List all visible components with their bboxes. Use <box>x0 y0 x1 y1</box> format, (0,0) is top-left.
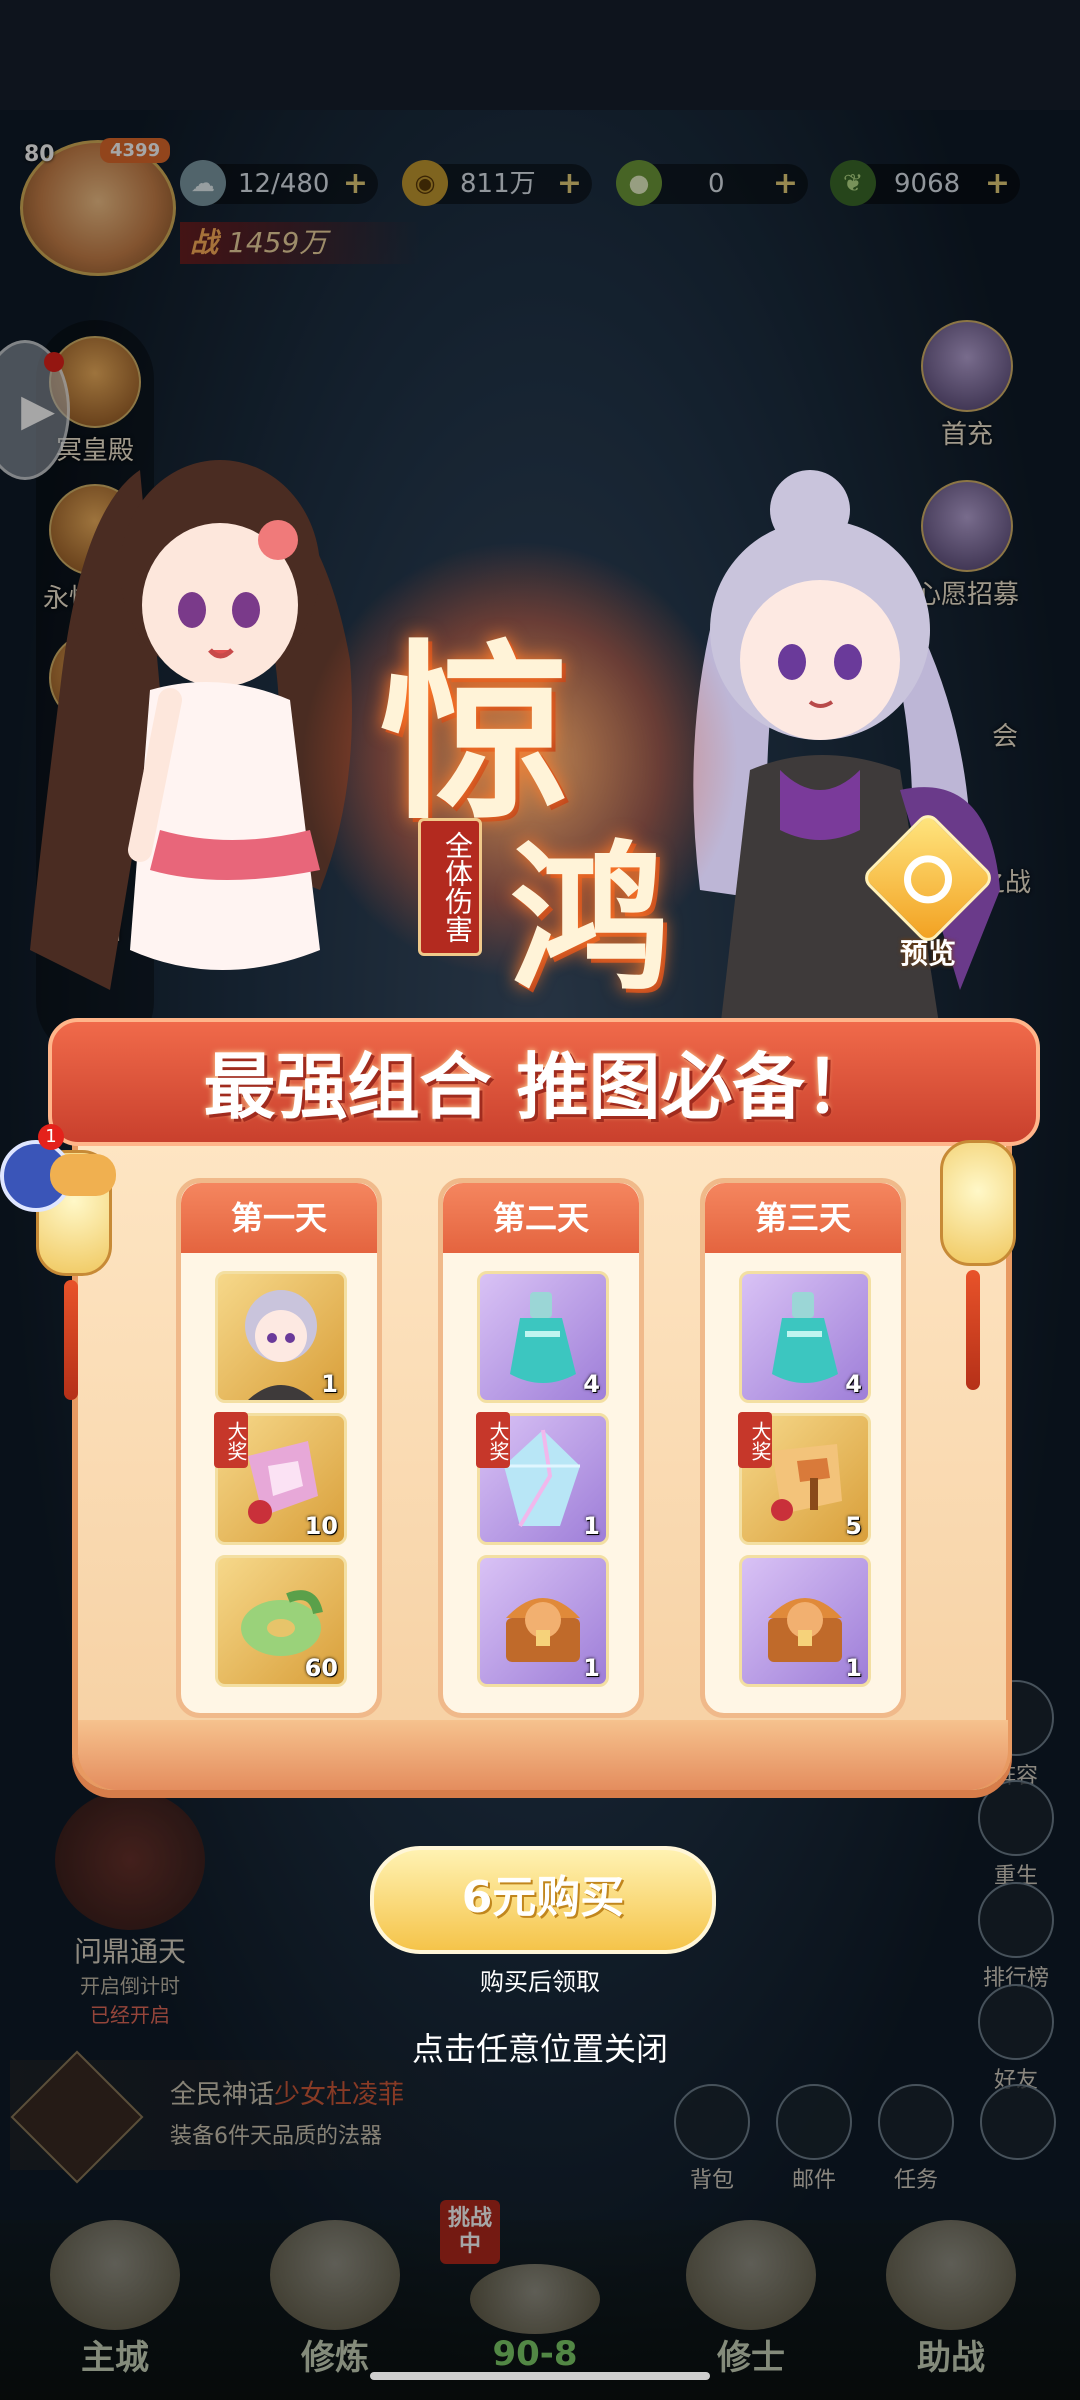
day-column-3: 第三天 4 大奖 5 1 <box>700 1178 906 1718</box>
preview-button[interactable]: 预览 <box>860 810 996 972</box>
day-column-2: 第二天 4 大奖 1 1 <box>438 1178 644 1718</box>
mascot-badge: 1 <box>38 1124 64 1150</box>
snail-mascot[interactable]: 1 <box>0 1120 120 1212</box>
title-char-hong: 鸿 <box>510 825 671 1013</box>
buy-hint: 购买后领取 <box>480 1968 600 1996</box>
buy-button[interactable]: 6元购买 <box>370 1846 716 1954</box>
item-count: 1 <box>583 1512 600 1540</box>
item-count: 60 <box>304 1654 338 1682</box>
tassel-right <box>966 1270 980 1390</box>
potion-item[interactable]: 4 <box>739 1271 871 1403</box>
magnifier-icon <box>904 855 952 904</box>
snail-body <box>50 1154 116 1196</box>
big-prize-tag: 大奖 <box>738 1412 772 1468</box>
item-count: 5 <box>845 1512 862 1540</box>
treasure-chest-item[interactable]: 1 <box>477 1555 609 1687</box>
preview-diamond <box>860 810 996 946</box>
day-label: 第二天 <box>443 1183 639 1253</box>
jade-item[interactable]: 60 <box>215 1555 347 1687</box>
treasure-chest-item[interactable]: 1 <box>739 1555 871 1687</box>
status-bar-area <box>0 0 1080 110</box>
home-indicator[interactable] <box>370 2372 710 2380</box>
day-column-1: 第一天 1 大奖 10 60 <box>176 1178 382 1718</box>
item-count: 4 <box>845 1370 862 1398</box>
potion-item[interactable]: 4 <box>477 1271 609 1403</box>
banner-text: 最强组合 推图必备！ <box>203 1045 877 1129</box>
day-label: 第三天 <box>705 1183 901 1253</box>
item-count: 1 <box>845 1654 862 1682</box>
crystal-item[interactable]: 大奖 1 <box>476 1412 609 1545</box>
item-count: 1 <box>583 1654 600 1682</box>
lantern-right-icon <box>940 1140 1016 1266</box>
scroll-bottom-roll <box>78 1720 1008 1790</box>
big-prize-tag: 大奖 <box>214 1412 248 1468</box>
hammer-fragment-item[interactable]: 大奖 5 <box>738 1412 871 1545</box>
skill-tag: 全体伤害 <box>418 818 482 956</box>
close-hint: 点击任意位置关闭 <box>411 2030 668 2068</box>
day-label: 第一天 <box>181 1183 377 1253</box>
weapon-fragment-item[interactable]: 大奖 10 <box>214 1412 347 1545</box>
big-prize-tag: 大奖 <box>476 1412 510 1468</box>
hero-portrait-item[interactable]: 1 <box>215 1271 347 1403</box>
item-count: 4 <box>583 1370 600 1398</box>
tassel-left <box>64 1280 78 1400</box>
item-count: 1 <box>321 1370 338 1398</box>
item-count: 10 <box>304 1512 338 1540</box>
